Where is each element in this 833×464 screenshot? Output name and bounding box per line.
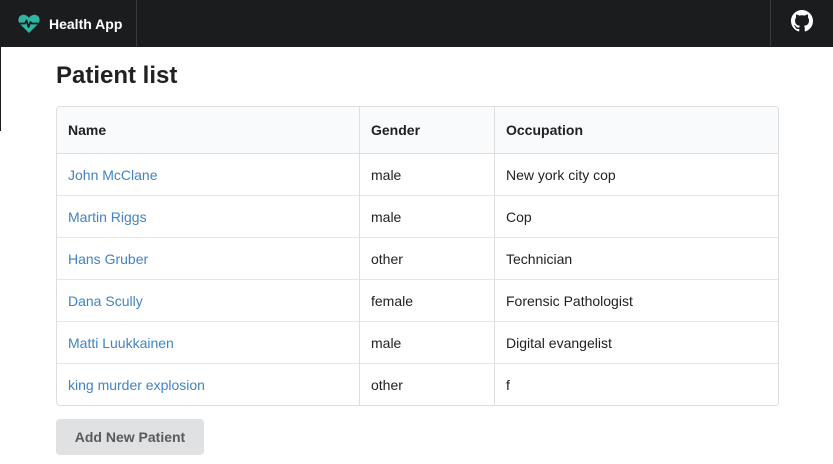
patient-link[interactable]: Matti Luukkainen [68, 335, 174, 351]
cell-name: Dana Scully [57, 279, 359, 321]
app-title: Health App [49, 15, 123, 32]
cell-gender: other [359, 363, 494, 405]
table-row: Matti Luukkainen male Digital evangelist [57, 321, 778, 363]
cell-name: Matti Luukkainen [57, 321, 359, 363]
header-gender[interactable]: Gender [359, 107, 494, 154]
github-link[interactable] [770, 0, 833, 47]
cell-name: Hans Gruber [57, 237, 359, 279]
cell-occupation: Cop [494, 195, 778, 237]
page-title: Patient list [56, 62, 178, 89]
github-icon [791, 10, 813, 37]
home-link[interactable]: Health App [0, 0, 138, 47]
cell-gender: male [359, 195, 494, 237]
cell-gender: male [359, 321, 494, 363]
cell-name: John McClane [57, 154, 359, 195]
cell-gender: male [359, 154, 494, 195]
cell-occupation: New york city cop [494, 154, 778, 195]
patient-link[interactable]: Dana Scully [68, 293, 143, 309]
top-navbar: Health App [0, 0, 833, 47]
cell-occupation: f [494, 363, 778, 405]
table-row: king murder explosion other f [57, 363, 778, 405]
sidebar-edge [0, 47, 1, 131]
cell-occupation: Forensic Pathologist [494, 279, 778, 321]
table-row: Martin Riggs male Cop [57, 195, 778, 237]
heartbeat-icon [18, 14, 40, 34]
cell-occupation: Digital evangelist [494, 321, 778, 363]
table-row: Dana Scully female Forensic Pathologist [57, 279, 778, 321]
patient-link[interactable]: Martin Riggs [68, 209, 147, 225]
table-row: Hans Gruber other Technician [57, 237, 778, 279]
cell-name: Martin Riggs [57, 195, 359, 237]
table-row: John McClane male New york city cop [57, 154, 778, 195]
patient-link[interactable]: Hans Gruber [68, 251, 148, 267]
patient-link[interactable]: king murder explosion [68, 377, 205, 393]
cell-gender: female [359, 279, 494, 321]
header-name[interactable]: Name [57, 107, 359, 154]
cell-name: king murder explosion [57, 363, 359, 405]
cell-occupation: Technician [494, 237, 778, 279]
add-patient-button[interactable]: Add New Patient [56, 419, 204, 455]
patient-table: Name Gender Occupation John McClane male… [56, 106, 779, 406]
patient-link[interactable]: John McClane [68, 167, 158, 183]
header-occupation[interactable]: Occupation [494, 107, 778, 154]
table-header-row: Name Gender Occupation [57, 107, 778, 154]
cell-gender: other [359, 237, 494, 279]
